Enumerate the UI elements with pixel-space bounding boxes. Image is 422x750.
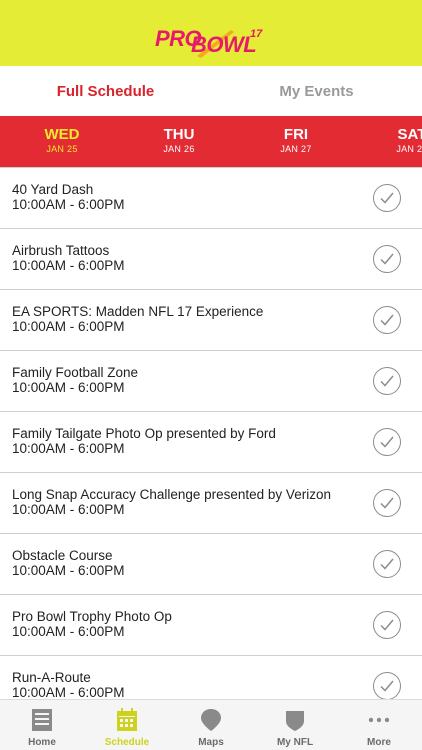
list-item[interactable]: Family Tailgate Photo Op presented by Fo…: [0, 412, 422, 473]
add-event-check-button[interactable]: [373, 245, 401, 273]
day-date: JAN 27: [280, 144, 312, 154]
day-date: JAN 25: [46, 144, 78, 154]
nav-label: Schedule: [104, 737, 150, 748]
checkmark-icon: [380, 497, 394, 509]
list-item[interactable]: 40 Yard Dash 10:00AM - 6:00PM: [0, 168, 422, 229]
date-strip: WED JAN 25 THU JAN 26 FRI JAN 27 SAT JAN…: [0, 116, 422, 167]
add-event-check-button[interactable]: [373, 367, 401, 395]
nfl-shield-icon: [286, 711, 304, 731]
event-time: 10:00AM - 6:00PM: [12, 624, 125, 639]
add-event-check-button[interactable]: [373, 306, 401, 334]
event-title: Pro Bowl Trophy Photo Op: [12, 609, 172, 624]
event-time: 10:00AM - 6:00PM: [12, 502, 125, 517]
app-header: PRO BOWL 17: [0, 0, 422, 66]
day-date: JAN 26: [163, 144, 195, 154]
list-item[interactable]: Obstacle Course 10:00AM - 6:00PM: [0, 534, 422, 595]
event-time: 10:00AM - 6:00PM: [12, 258, 125, 273]
list-item[interactable]: Airbrush Tattoos 10:00AM - 6:00PM: [0, 229, 422, 290]
day-name: WED: [44, 126, 80, 143]
nav-label: Maps: [198, 737, 224, 748]
checkmark-icon: [380, 192, 394, 204]
day-name: FRI: [283, 126, 309, 143]
day-name: SAT: [397, 126, 422, 143]
add-event-check-button[interactable]: [373, 550, 401, 578]
event-title: Long Snap Accuracy Challenge presented b…: [12, 487, 331, 502]
event-time: 10:00AM - 6:00PM: [12, 197, 125, 212]
event-title: Run-A-Route: [12, 670, 91, 685]
list-item[interactable]: Pro Bowl Trophy Photo Op 10:00AM - 6:00P…: [0, 595, 422, 656]
tab-full-schedule[interactable]: Full Schedule: [0, 66, 211, 116]
add-event-check-button[interactable]: [373, 184, 401, 212]
add-event-check-button[interactable]: [373, 428, 401, 456]
pro-bowl-logo: PRO BOWL 17: [155, 26, 267, 60]
nav-label: My NFL: [276, 737, 314, 748]
event-title: 40 Yard Dash: [12, 182, 94, 197]
checkmark-icon: [380, 375, 394, 387]
event-title: Obstacle Course: [12, 548, 113, 563]
event-time: 10:00AM - 6:00PM: [12, 441, 125, 456]
day-date: JAN 28: [396, 144, 422, 154]
day-fri[interactable]: FRI JAN 27: [261, 126, 331, 155]
checkmark-icon: [380, 558, 394, 570]
event-list: 40 Yard Dash 10:00AM - 6:00PM Airbrush T…: [0, 167, 422, 699]
bottom-tab-bar: Home Schedule Maps My NFL More: [0, 699, 422, 750]
event-title: Family Football Zone: [12, 365, 139, 380]
logo-text-year: 17: [250, 28, 263, 40]
list-item[interactable]: Long Snap Accuracy Challenge presented b…: [0, 473, 422, 534]
nav-label: More: [367, 737, 391, 748]
list-item[interactable]: Family Football Zone 10:00AM - 6:00PM: [0, 351, 422, 412]
event-time: 10:00AM - 6:00PM: [12, 380, 125, 395]
event-time: 10:00AM - 6:00PM: [12, 685, 125, 699]
nav-schedule[interactable]: Schedule: [85, 700, 169, 750]
calendar-icon: [117, 708, 137, 731]
nav-maps[interactable]: Maps: [169, 700, 253, 750]
map-pin-icon: [201, 709, 221, 731]
checkmark-icon: [380, 314, 394, 326]
event-title: Family Tailgate Photo Op presented by Fo…: [12, 426, 276, 441]
add-event-check-button[interactable]: [373, 672, 401, 699]
nav-my-nfl[interactable]: My NFL: [253, 700, 337, 750]
nav-more[interactable]: More: [337, 700, 421, 750]
more-dots-icon: [368, 717, 390, 723]
day-thu[interactable]: THU JAN 26: [144, 126, 214, 155]
logo-text-bowl: BOWL: [191, 32, 257, 57]
home-icon: [32, 709, 52, 731]
list-item[interactable]: Run-A-Route 10:00AM - 6:00PM: [0, 656, 422, 699]
event-title: Airbrush Tattoos: [12, 243, 110, 258]
day-wed[interactable]: WED JAN 25: [27, 126, 97, 155]
checkmark-icon: [380, 436, 394, 448]
day-sat[interactable]: SAT JAN 28: [377, 126, 422, 155]
checkmark-icon: [380, 253, 394, 265]
event-title: EA SPORTS: Madden NFL 17 Experience: [12, 304, 264, 319]
nav-home[interactable]: Home: [0, 700, 84, 750]
tab-my-events[interactable]: My Events: [211, 66, 422, 116]
add-event-check-button[interactable]: [373, 489, 401, 517]
event-time: 10:00AM - 6:00PM: [12, 563, 125, 578]
nav-label: Home: [28, 737, 56, 748]
schedule-tabs: Full Schedule My Events: [0, 66, 422, 116]
checkmark-icon: [380, 680, 394, 692]
list-item[interactable]: EA SPORTS: Madden NFL 17 Experience 10:0…: [0, 290, 422, 351]
add-event-check-button[interactable]: [373, 611, 401, 639]
checkmark-icon: [380, 619, 394, 631]
day-name: THU: [163, 126, 195, 143]
event-time: 10:00AM - 6:00PM: [12, 319, 125, 334]
